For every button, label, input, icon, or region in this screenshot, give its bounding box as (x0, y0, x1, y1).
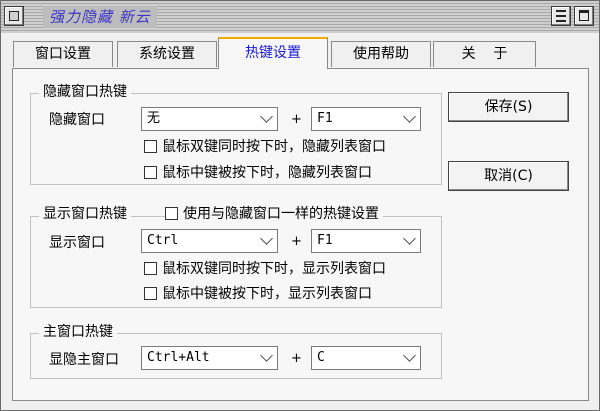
title-bar[interactable]: 强力隐藏 新云 (1, 1, 599, 33)
minimize-icon-line (556, 20, 566, 22)
hide-key-select[interactable]: F1 (311, 107, 421, 131)
system-menu-icon (9, 11, 19, 21)
system-menu-button[interactable] (4, 6, 24, 26)
maximize-button[interactable] (574, 6, 594, 26)
checkbox-box (144, 262, 157, 275)
maximize-icon (579, 10, 589, 21)
tab-help[interactable]: 使用帮助 (331, 41, 431, 67)
tab-system-settings[interactable]: 系统设置 (117, 41, 217, 67)
hide-middle-click-checkbox[interactable]: 鼠标中键被按下时，隐藏列表窗口 (144, 164, 372, 182)
plus-sign: + (291, 112, 302, 127)
checkbox-box (144, 166, 157, 179)
chevron-down-icon (403, 110, 416, 123)
show-window-label: 显示窗口 (49, 235, 105, 251)
chevron-down-icon (260, 349, 273, 362)
chevron-down-icon (403, 349, 416, 362)
checkbox-box (165, 207, 178, 220)
minimize-icon-line (556, 15, 566, 17)
hide-double-click-checkbox[interactable]: 鼠标双键同时按下时，隐藏列表窗口 (144, 138, 386, 156)
checkbox-box (144, 140, 157, 153)
show-double-click-label: 鼠标双键同时按下时，显示列表窗口 (162, 261, 386, 277)
show-modifier-select[interactable]: Ctrl (141, 229, 278, 253)
hotkey-settings-window: 强力隐藏 新云 窗口设置 系统设置 热键设置 使用帮助 关 于 隐藏窗口热键 隐… (0, 0, 600, 411)
plus-sign: + (291, 234, 302, 249)
hide-modifier-select[interactable]: 无 (141, 107, 278, 131)
save-button[interactable]: 保存(S) (448, 92, 569, 122)
cancel-button[interactable]: 取消(C) (448, 161, 569, 191)
window-title: 强力隐藏 新云 (43, 6, 157, 28)
main-modifier-select[interactable]: Ctrl+Alt (141, 346, 278, 370)
hide-window-label: 隐藏窗口 (49, 112, 105, 128)
hide-middle-click-label: 鼠标中键被按下时，隐藏列表窗口 (162, 165, 372, 181)
tab-window-settings[interactable]: 窗口设置 (13, 41, 113, 67)
same-as-hide-label: 使用与隐藏窗口一样的热键设置 (183, 206, 379, 222)
show-key-select[interactable]: F1 (311, 229, 421, 253)
chevron-down-icon (260, 232, 273, 245)
main-key-select[interactable]: C (311, 346, 421, 370)
chevron-down-icon (403, 232, 416, 245)
show-double-click-checkbox[interactable]: 鼠标双键同时按下时，显示列表窗口 (144, 260, 386, 278)
show-group-title: 显示窗口热键 (39, 205, 131, 223)
tab-about[interactable]: 关 于 (433, 41, 536, 67)
main-modifier-value: Ctrl+Alt (147, 350, 210, 365)
plus-sign: + (291, 351, 302, 366)
same-as-hide-checkbox[interactable]: 使用与隐藏窗口一样的热键设置 (165, 205, 383, 223)
show-key-value: F1 (317, 233, 333, 248)
hide-key-value: F1 (317, 111, 333, 126)
show-modifier-value: Ctrl (147, 233, 179, 248)
main-group-title: 主窗口热键 (39, 323, 117, 341)
minimize-icon (556, 10, 566, 12)
hide-group-title: 隐藏窗口热键 (39, 83, 131, 101)
chevron-down-icon (260, 110, 273, 123)
minimize-button[interactable] (551, 6, 571, 26)
toggle-main-window-label: 显隐主窗口 (49, 352, 119, 368)
tab-hotkey-settings[interactable]: 热键设置 (218, 37, 328, 69)
show-middle-click-checkbox[interactable]: 鼠标中键被按下时，显示列表窗口 (144, 285, 372, 303)
hide-modifier-value: 无 (147, 111, 161, 126)
hide-double-click-label: 鼠标双键同时按下时，隐藏列表窗口 (162, 139, 386, 155)
checkbox-box (144, 287, 157, 300)
main-key-value: C (317, 350, 325, 365)
show-middle-click-label: 鼠标中键被按下时，显示列表窗口 (162, 286, 372, 302)
